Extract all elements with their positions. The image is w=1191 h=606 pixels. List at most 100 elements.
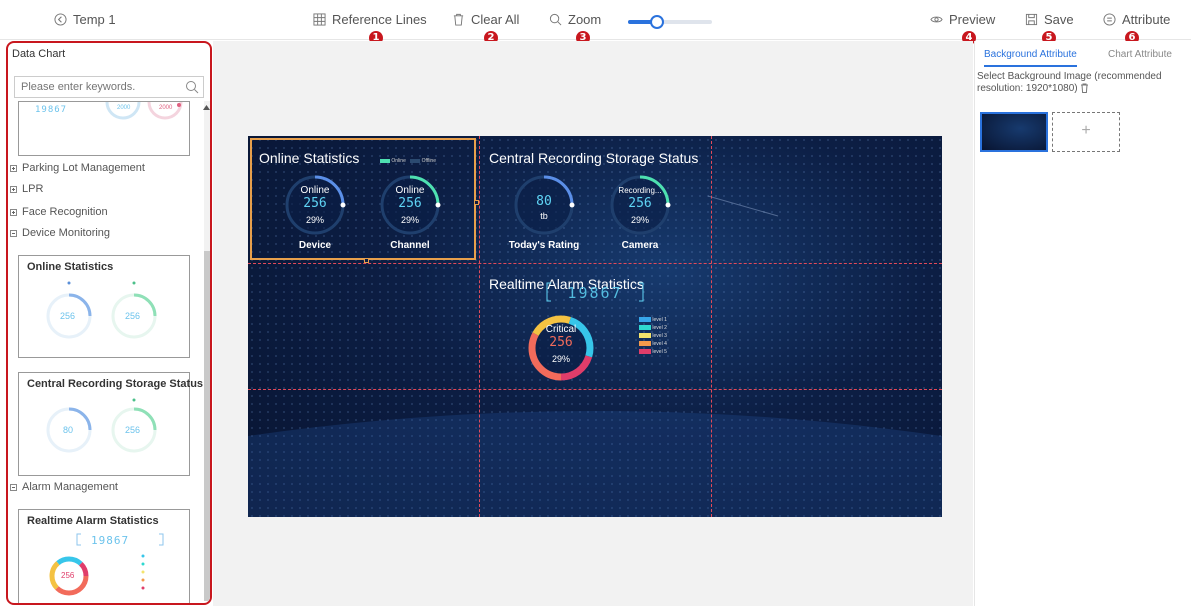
gauge-value: 256 <box>628 196 652 211</box>
legend-item: level 4 <box>639 340 667 348</box>
search-input[interactable] <box>15 77 175 97</box>
legend-label: level 4 <box>652 341 667 347</box>
chart-card-central-recording[interactable]: Central Recording Storage Status 80 256 <box>18 372 203 476</box>
search-icon[interactable] <box>185 80 199 94</box>
toolbar: Temp 1 Reference Lines Clear All Zoom Pr… <box>0 0 1191 45</box>
widget-title: Central Recording Storage Status <box>489 150 699 166</box>
chart-card-realtime-alarm[interactable]: Realtime Alarm Statistics 19867 256 <box>18 509 190 603</box>
donut-top-label: Critical <box>545 324 577 335</box>
gauge-percent: 29% <box>400 215 419 225</box>
gauge-label-today-rating: Today's Rating <box>508 240 580 251</box>
save-button[interactable]: Save <box>1025 12 1074 27</box>
zoom-slider[interactable] <box>628 15 712 29</box>
alarm-donut: Critical 256 29% <box>526 313 596 383</box>
legend-item: level 1 <box>639 316 667 324</box>
tab-background-attribute[interactable]: Background Attribute <box>984 49 1077 67</box>
card-gauge-pair <box>46 398 157 453</box>
zoom-label: Zoom <box>568 12 602 27</box>
legend-item: level 3 <box>639 332 667 340</box>
selection-handle[interactable] <box>474 200 479 205</box>
category-label: Alarm Management <box>22 481 118 493</box>
donut-percent: 29% <box>551 354 570 364</box>
clear-all-label: Clear All <box>471 12 520 27</box>
category-label: Device Monitoring <box>22 227 111 239</box>
gauge-today-rating: 80 tb <box>513 174 575 236</box>
eye-icon <box>930 16 943 23</box>
gauge-device: Online 256 29% <box>284 174 346 236</box>
search-box[interactable] <box>14 76 204 98</box>
reference-lines-button[interactable]: Reference Lines <box>313 12 427 27</box>
legend-label: level 1 <box>652 317 667 323</box>
clear-all-button[interactable]: Clear All <box>452 12 519 27</box>
reference-lines-label: Reference Lines <box>332 12 427 27</box>
preview-label: Preview <box>949 12 996 27</box>
counter-brackets <box>546 282 644 302</box>
legend-item: level 5 <box>639 348 667 356</box>
legend-label: level 5 <box>652 349 667 355</box>
category-alarm-management[interactable]: Alarm Management <box>10 481 118 493</box>
gauge-label-channel: Channel <box>390 240 430 251</box>
legend-label: level 3 <box>652 333 667 339</box>
legend-swatch <box>639 333 651 339</box>
dashboard-canvas[interactable]: Online Statistics Online Offline Online … <box>248 136 942 517</box>
gauge-label-camera: Camera <box>621 240 659 251</box>
gauge-top-label: Recording... <box>618 186 662 195</box>
tab-chart-attribute[interactable]: Chart Attribute <box>1108 49 1172 60</box>
expand-icon <box>10 208 17 216</box>
legend: Online Offline <box>380 158 436 164</box>
widget-title: Online Statistics <box>259 150 360 166</box>
legend-offline-swatch <box>410 158 421 163</box>
category-parking-lot[interactable]: Parking Lot Management <box>10 162 145 174</box>
alarm-legend: level 1 level 2 level 3 level 4 level 5 <box>639 316 667 356</box>
scrollbar-thumb[interactable] <box>204 251 210 601</box>
category-label: Parking Lot Management <box>22 162 145 174</box>
gauge-unit: tb <box>540 211 548 221</box>
card-gauge-pair <box>46 281 157 339</box>
category-device-monitoring[interactable]: Device Monitoring <box>10 227 110 239</box>
scroll-up-icon[interactable] <box>203 105 210 110</box>
add-background-button[interactable]: + <box>1052 112 1120 152</box>
expand-icon <box>10 164 17 172</box>
card-gauge-2-value: 256 <box>125 311 141 321</box>
legend-online-swatch <box>380 158 390 163</box>
selection-handle[interactable] <box>364 258 369 263</box>
reference-line-horizontal <box>248 389 942 390</box>
chart-card-online-statistics[interactable]: Online Statistics 256 256 <box>18 255 190 358</box>
back-arrow-icon <box>54 13 67 26</box>
legend-swatch <box>639 341 651 347</box>
gauge-percent: 29% <box>630 215 649 225</box>
card-donut-value: 256 <box>61 571 75 580</box>
panel-title: Data Chart <box>12 48 66 60</box>
collapse-icon <box>10 483 17 491</box>
category-label: Face Recognition <box>22 206 108 218</box>
card-donut <box>49 533 164 596</box>
gauge-value: 256 <box>303 196 327 211</box>
attribute-button[interactable]: Attribute <box>1103 12 1170 27</box>
card-gauge-1-value: 256 <box>60 311 76 321</box>
save-icon <box>1025 13 1038 26</box>
gauge-channel: Online 256 29% <box>379 174 441 236</box>
gauge-top-label: Online <box>300 185 330 196</box>
legend-online: Online <box>391 158 406 164</box>
legend-swatch <box>639 317 651 323</box>
panel-scrollbar[interactable] <box>204 101 210 601</box>
gauge-percent: 29% <box>305 215 324 225</box>
preview-button[interactable]: Preview <box>930 12 995 27</box>
template-title: Temp 1 <box>73 12 116 27</box>
reference-line-vertical <box>711 136 712 517</box>
card-gauge-1-value: 80 <box>63 425 74 435</box>
zoom-slider-handle[interactable] <box>650 15 665 29</box>
background-thumbnail[interactable] <box>980 112 1048 152</box>
trash-icon[interactable] <box>1080 83 1089 94</box>
donut-value: 256 <box>549 335 573 350</box>
attribute-icon <box>1103 13 1116 26</box>
zoom-button[interactable]: Zoom <box>549 12 601 27</box>
card-gauge-2-value: 256 <box>125 425 141 435</box>
category-lpr[interactable]: LPR <box>10 183 43 195</box>
category-face-recognition[interactable]: Face Recognition <box>10 206 108 218</box>
reference-line-horizontal <box>248 263 942 264</box>
chart-card-preview[interactable]: 19867 2000 2000 <box>18 101 190 156</box>
grid-icon <box>313 13 326 26</box>
legend-item: level 2 <box>639 324 667 332</box>
back-button[interactable]: Temp 1 <box>54 12 116 27</box>
